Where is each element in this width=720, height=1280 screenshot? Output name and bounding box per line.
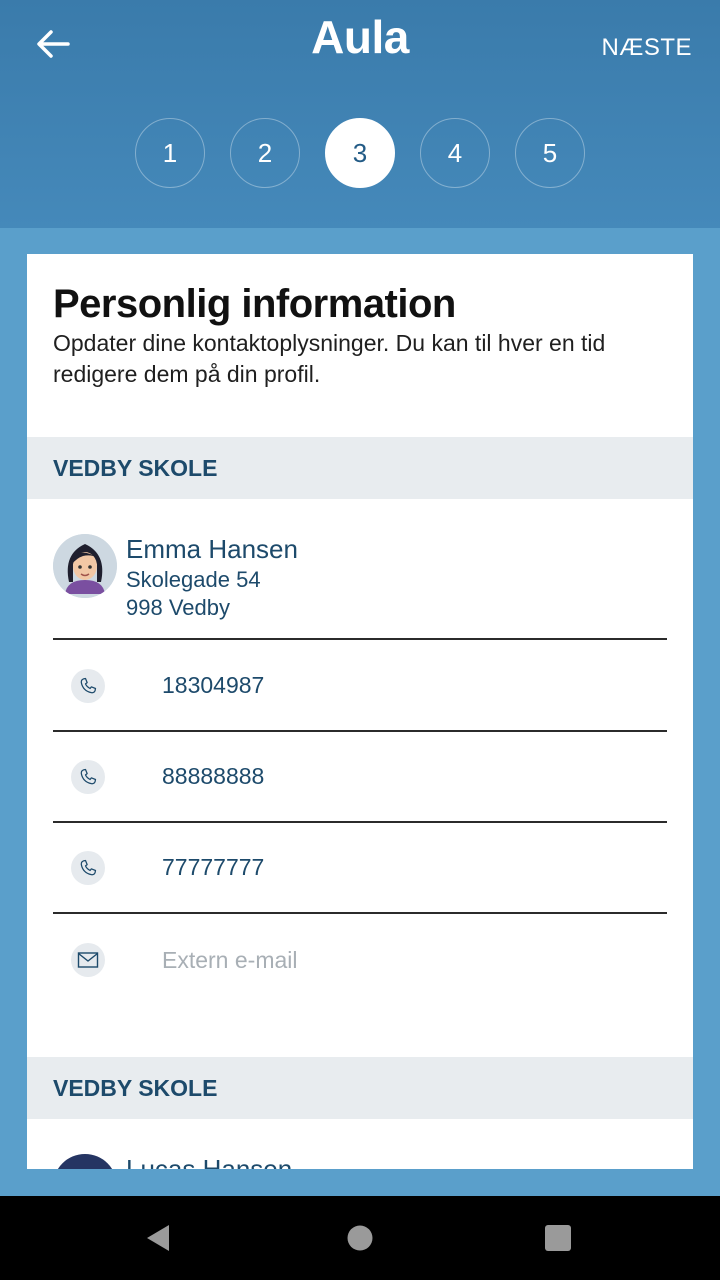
section-header-school-2: VEDBY SKOLE: [27, 1057, 693, 1119]
address-city: 998 Vedby: [126, 595, 230, 620]
phone-number: 88888888: [162, 763, 265, 789]
envelope-icon: [71, 943, 105, 977]
avatar: [53, 534, 117, 598]
nav-recent-button[interactable]: [538, 1218, 578, 1258]
phone-row-3[interactable]: 77777777: [53, 822, 667, 912]
step-2[interactable]: 2: [230, 118, 300, 188]
step-5[interactable]: 5: [515, 118, 585, 188]
nav-home-button[interactable]: [340, 1218, 380, 1258]
step-1[interactable]: 1: [135, 118, 205, 188]
step-indicator: 1 2 3 4 5: [0, 118, 720, 188]
phone-icon: [71, 851, 105, 885]
phone-icon: [71, 760, 105, 794]
person-name: Lucas Hansen: [126, 1154, 293, 1169]
step-3[interactable]: 3: [325, 118, 395, 188]
section-header-school: VEDBY SKOLE: [27, 437, 693, 499]
app-header: Aula NÆSTE 1 2 3 4 5: [0, 0, 720, 228]
circle-home-icon: [347, 1225, 373, 1251]
nav-back-button[interactable]: [138, 1218, 178, 1258]
phone-row-1[interactable]: 18304987: [53, 640, 667, 730]
user-avatar-icon: [53, 534, 117, 598]
triangle-back-icon: [147, 1225, 169, 1251]
system-navigation-bar: [0, 1196, 720, 1280]
personal-info-card: Personlig information Opdater dine konta…: [27, 254, 693, 1169]
page-description: Opdater dine kontaktoplysninger. Du kan …: [53, 330, 606, 387]
person-name: Emma Hansen: [126, 534, 298, 564]
avatar: [53, 1154, 117, 1169]
external-email-input[interactable]: [162, 942, 642, 978]
square-recent-icon: [545, 1225, 571, 1251]
phone-number: 77777777: [162, 854, 265, 880]
page-title: Personlig information: [53, 282, 456, 326]
step-4[interactable]: 4: [420, 118, 490, 188]
next-button[interactable]: NÆSTE: [601, 34, 692, 62]
phone-icon: [71, 669, 105, 703]
address-street: Skolegade 54: [126, 567, 261, 592]
phone-number: 18304987: [162, 672, 265, 698]
phone-row-2[interactable]: 88888888: [53, 731, 667, 821]
email-row[interactable]: [53, 914, 667, 1004]
